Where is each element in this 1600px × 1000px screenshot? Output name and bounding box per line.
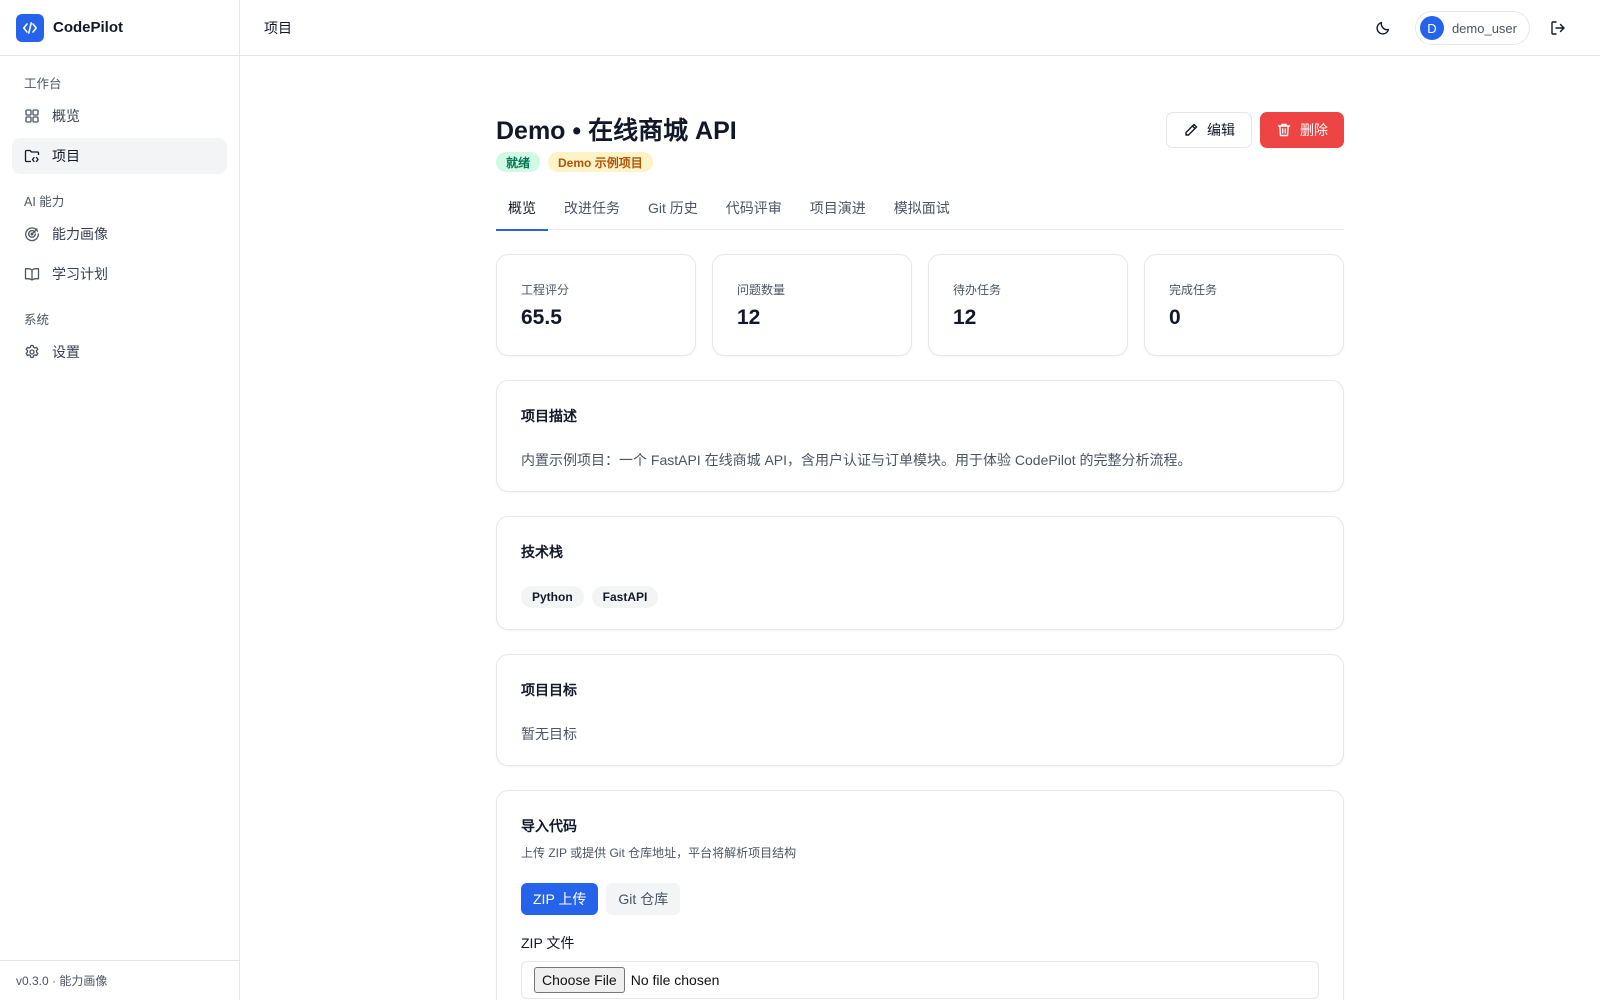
goals-card: 项目目标 暂无目标 xyxy=(496,654,1344,766)
card-title: 导入代码 xyxy=(521,818,577,834)
import-code-card: 导入代码 上传 ZIP 或提供 Git 仓库地址，平台将解析项目结构 ZIP 上… xyxy=(496,790,1344,1000)
sidebar-item-overview[interactable]: 概览 xyxy=(12,98,227,134)
stat-label: 完成任务 xyxy=(1169,283,1218,297)
sidebar: CodePilot 工作台 概览 项目 AI 能力 能力画像 学习计划 系统 设… xyxy=(0,0,240,1000)
tab-project-evolution[interactable]: 项目演进 xyxy=(798,186,878,230)
zip-file-label: ZIP 文件 xyxy=(521,935,575,951)
stat-engineering-score: 工程评分 65.5 xyxy=(496,254,696,356)
tech-chips: Python FastAPI xyxy=(521,586,1319,608)
sidebar-item-settings[interactable]: 设置 xyxy=(12,334,227,370)
tab-improvement-tasks[interactable]: 改进任务 xyxy=(552,186,632,230)
tab-code-review[interactable]: 代码评审 xyxy=(714,186,794,230)
grid-icon xyxy=(25,109,39,123)
stat-value: 12 xyxy=(737,306,761,329)
page-title: Demo • 在线商城 API xyxy=(496,117,737,145)
sidebar-item-projects[interactable]: 项目 xyxy=(12,138,227,174)
section-title-ai: AI 能力 xyxy=(24,194,65,209)
stat-value: 65.5 xyxy=(521,306,562,329)
stat-label: 待办任务 xyxy=(953,283,1002,297)
section-title-system: 系统 xyxy=(24,312,50,327)
card-subtitle: 上传 ZIP 或提供 Git 仓库地址，平台将解析项目结构 xyxy=(521,846,797,860)
edit-button[interactable]: 编辑 xyxy=(1166,112,1252,148)
stat-completed-tasks: 完成任务 0 xyxy=(1144,254,1344,356)
sidebar-item-label: 能力画像 xyxy=(52,226,108,242)
sidebar-item-label: 学习计划 xyxy=(52,266,108,282)
stat-issue-count: 问题数量 12 xyxy=(712,254,912,356)
project-header: Demo • 在线商城 API 就绪 Demo 示例项目 编辑 删除 xyxy=(496,56,1344,186)
status-badge: 就绪 xyxy=(496,152,541,172)
project-actions: 编辑 删除 xyxy=(1166,112,1344,148)
version-footer: v0.3.0 · 能力画像 xyxy=(0,960,239,1000)
stat-value: 0 xyxy=(1169,306,1181,329)
tab-overview[interactable]: 概览 xyxy=(496,186,548,231)
book-icon xyxy=(24,268,40,281)
goals-text: 暂无目标 xyxy=(521,726,577,742)
card-title: 项目描述 xyxy=(521,408,577,424)
section-title-workbench: 工作台 xyxy=(24,76,62,91)
edit-button-label: 编辑 xyxy=(1207,122,1235,138)
delete-button-label: 删除 xyxy=(1300,122,1328,138)
git-repo-tab[interactable]: Git 仓库 xyxy=(606,883,681,915)
top-header: 项目 D demo_user xyxy=(240,0,1600,56)
project-tabs: 概览 改进任务 Git 历史 代码评审 项目演进 模拟面试 xyxy=(496,186,1344,231)
pencil-icon xyxy=(1185,123,1198,136)
brand[interactable]: CodePilot xyxy=(0,0,239,56)
description-text: 内置示例项目：一个 FastAPI 在线商城 API，含用户认证与订单模块。用于… xyxy=(521,452,1192,468)
demo-badge: Demo 示例项目 xyxy=(548,152,653,172)
stats-row: 工程评分 65.5 问题数量 12 待办任务 12 完成任务 0 xyxy=(496,254,1344,356)
moon-icon xyxy=(1376,21,1390,35)
avatar: D xyxy=(1419,16,1444,40)
card-title: 项目目标 xyxy=(521,682,577,698)
description-card: 项目描述 内置示例项目：一个 FastAPI 在线商城 API，含用户认证与订单… xyxy=(496,380,1344,492)
username: demo_user xyxy=(1451,20,1517,36)
tech-stack-card: 技术栈 Python FastAPI xyxy=(496,516,1344,630)
radar-icon xyxy=(25,227,39,242)
sidebar-item-label: 设置 xyxy=(52,344,80,360)
tab-mock-interview[interactable]: 模拟面试 xyxy=(882,186,962,230)
stat-label: 工程评分 xyxy=(521,283,570,297)
delete-button[interactable]: 删除 xyxy=(1260,112,1344,148)
code-logo-icon xyxy=(16,13,44,42)
import-mode-switch: ZIP 上传 Git 仓库 xyxy=(521,883,1319,915)
sidebar-item-ability-profile[interactable]: 能力画像 xyxy=(12,216,227,252)
main-content: Demo • 在线商城 API 就绪 Demo 示例项目 编辑 删除 概览 改进… xyxy=(496,56,1344,1000)
gear-icon xyxy=(25,344,39,359)
brand-name: CodePilot xyxy=(53,19,123,36)
card-title: 技术栈 xyxy=(521,544,563,560)
file-status: No file chosen xyxy=(630,972,720,988)
theme-toggle-button[interactable] xyxy=(1369,14,1397,42)
sidebar-item-learning-plan[interactable]: 学习计划 xyxy=(12,256,227,292)
project-badges: 就绪 Demo 示例项目 xyxy=(496,152,653,172)
page-breadcrumb: 项目 xyxy=(264,19,292,36)
sidebar-item-label: 概览 xyxy=(52,108,80,124)
stat-value: 12 xyxy=(953,306,977,329)
sidebar-item-label: 项目 xyxy=(52,148,80,164)
user-menu[interactable]: D demo_user xyxy=(1414,11,1530,45)
trash-icon xyxy=(1277,123,1291,137)
zip-file-input[interactable]: Choose File No file chosen xyxy=(521,961,1319,999)
zip-upload-tab[interactable]: ZIP 上传 xyxy=(521,883,599,915)
stat-label: 问题数量 xyxy=(737,283,786,297)
tech-chip: Python xyxy=(521,586,584,608)
logout-icon xyxy=(1551,21,1565,35)
tech-chip: FastAPI xyxy=(591,586,659,608)
folder-code-icon xyxy=(24,149,40,163)
logout-button[interactable] xyxy=(1544,14,1572,42)
tab-git-history[interactable]: Git 历史 xyxy=(636,186,710,230)
choose-file-button[interactable]: Choose File xyxy=(534,967,625,993)
stat-pending-tasks: 待办任务 12 xyxy=(928,254,1128,356)
